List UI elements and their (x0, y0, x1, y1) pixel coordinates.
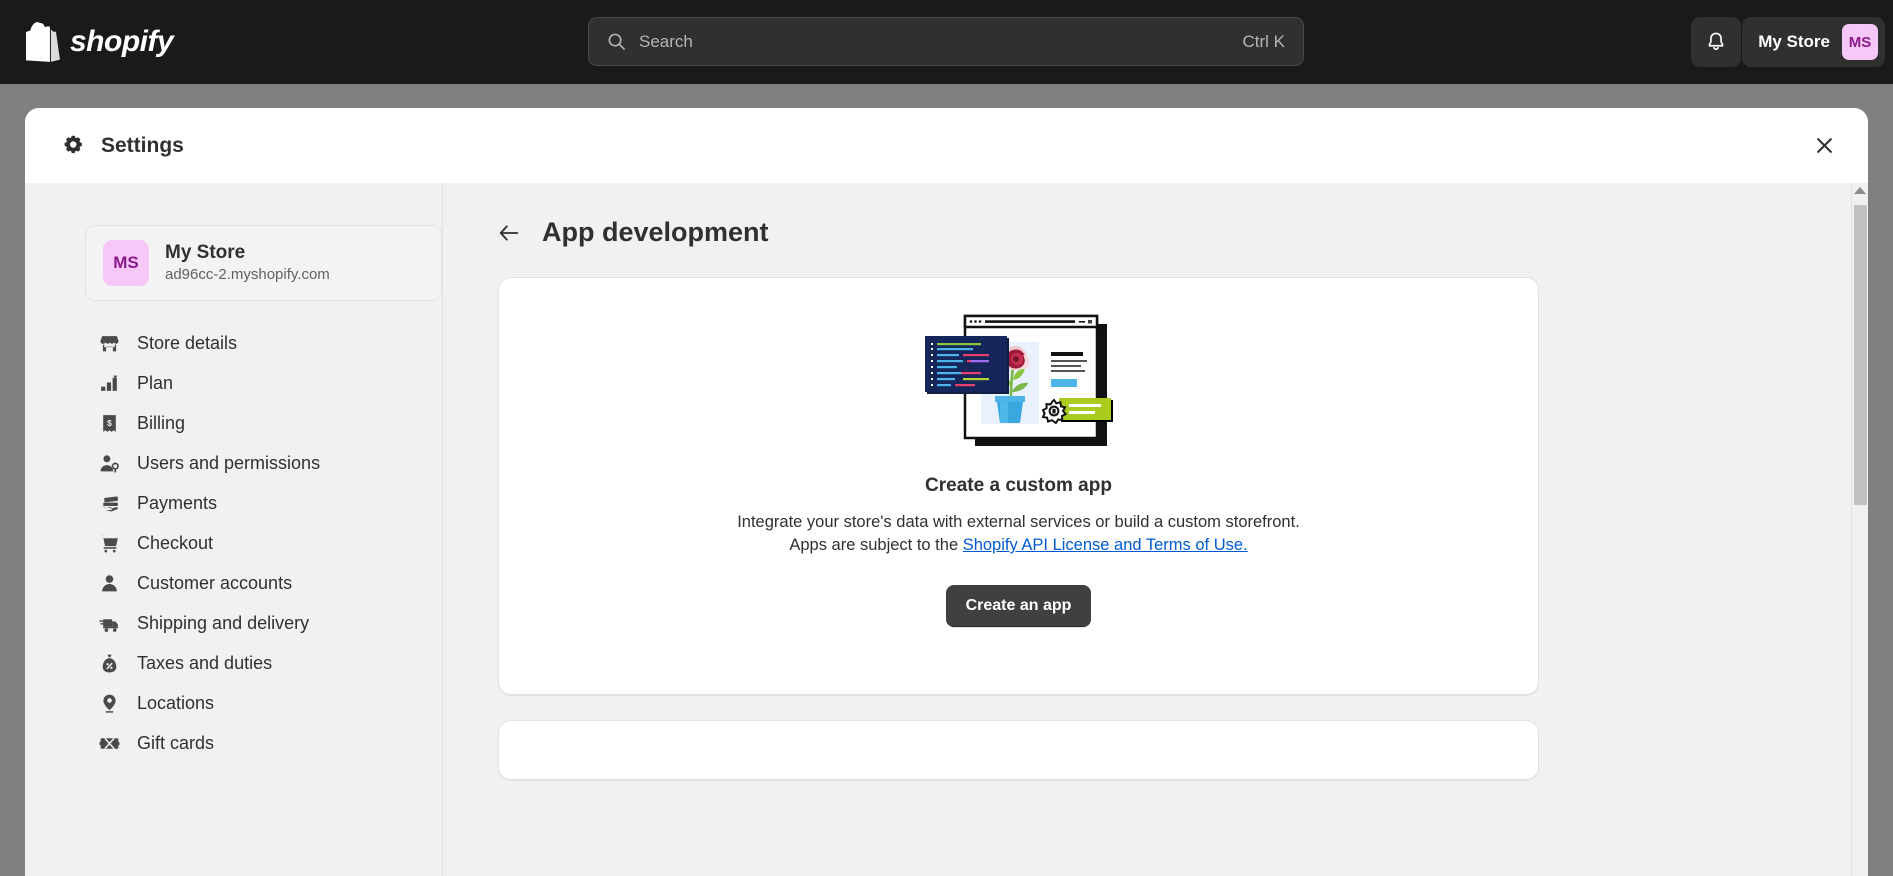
gift-card-icon (99, 733, 120, 754)
sidebar-item-label: Customer accounts (137, 572, 293, 593)
sidebar-item-payments[interactable]: Payments (85, 483, 443, 523)
sidebar-store-card[interactable]: MS My Store ad96cc-2.myshopify.com (85, 225, 442, 301)
gear-icon (63, 134, 86, 157)
shopify-logo[interactable]: shopify (25, 22, 174, 62)
sidebar-item-store-details[interactable]: Store details (85, 323, 443, 363)
store-name-label: My Store (165, 242, 246, 263)
sidebar-item-shipping-and-delivery[interactable]: Shipping and delivery (85, 603, 443, 643)
receipt-dollar-icon: $ (99, 413, 120, 434)
secondary-card (498, 720, 1539, 780)
notifications-button[interactable] (1691, 17, 1741, 67)
sidebar-item-label: Payments (137, 492, 218, 513)
payment-card-hand-icon (99, 493, 120, 514)
sidebar-item-label: Gift cards (137, 732, 215, 753)
page-title: Settings (101, 133, 184, 157)
chart-bar-icon (99, 373, 120, 394)
sidebar-item-billing[interactable]: $ Billing (85, 403, 443, 443)
empty-state-title: Create a custom app (925, 475, 1112, 496)
avatar: MS (1842, 24, 1878, 60)
sidebar-item-plan[interactable]: Plan (85, 363, 443, 403)
sidebar-item-label: Checkout (137, 532, 214, 553)
store-domain-label: ad96cc-2.myshopify.com (165, 265, 330, 283)
empty-state-card: Create a custom app Integrate your store… (498, 277, 1539, 695)
close-button[interactable] (1808, 130, 1840, 162)
money-bag-percent-icon (99, 653, 120, 674)
svg-text:$: $ (107, 418, 112, 428)
search-placeholder: Search (639, 31, 693, 51)
settings-nav-list: Store details Plan $ Billing Users and p… (85, 323, 443, 763)
sidebar-item-gift-cards[interactable]: Gift cards (85, 723, 443, 763)
person-icon (99, 573, 120, 594)
shopping-cart-icon (99, 533, 120, 554)
sidebar-item-users-and-permissions[interactable]: Users and permissions (85, 443, 443, 483)
custom-app-development-illustration-icon (919, 314, 1119, 456)
sidebar-item-label: Billing (137, 412, 186, 433)
avatar: MS (103, 240, 149, 286)
global-search-input[interactable]: Search Ctrl K (588, 17, 1304, 66)
modal-body: MS My Store ad96cc-2.myshopify.com Store… (25, 183, 1868, 876)
person-key-icon (99, 453, 120, 474)
modal-scrollbar[interactable] (1851, 183, 1868, 876)
sidebar-item-label: Taxes and duties (137, 652, 273, 673)
shopify-api-terms-link[interactable]: Shopify API License and Terms of Use. (963, 536, 1248, 554)
search-icon (607, 32, 626, 51)
delivery-truck-icon (99, 613, 120, 634)
top-app-bar: shopify Search Ctrl K My Store MS (0, 0, 1893, 84)
settings-sidebar: MS My Store ad96cc-2.myshopify.com Store… (25, 183, 443, 876)
sidebar-item-label: Users and permissions (137, 452, 321, 473)
store-account-button[interactable]: My Store MS (1742, 17, 1885, 67)
sidebar-item-customer-accounts[interactable]: Customer accounts (85, 563, 443, 603)
sidebar-item-label: Shipping and delivery (137, 612, 310, 633)
shopify-wordmark: shopify (70, 25, 174, 58)
bell-icon (1705, 31, 1727, 53)
arrow-left-icon[interactable] (498, 222, 520, 244)
sidebar-item-label: Locations (137, 692, 215, 713)
scroll-up-arrow-icon[interactable] (1854, 187, 1866, 194)
sidebar-item-label: Plan (137, 372, 174, 393)
sidebar-item-checkout[interactable]: Checkout (85, 523, 443, 563)
search-shortcut-hint: Ctrl K (1242, 31, 1286, 51)
empty-state-description: Integrate your store's data with externa… (729, 511, 1309, 557)
close-icon (1816, 137, 1833, 154)
sidebar-item-locations[interactable]: Locations (85, 683, 443, 723)
store-icon (99, 333, 120, 354)
store-name-label: My Store (1758, 32, 1830, 51)
sidebar-item-taxes-and-duties[interactable]: Taxes and duties (85, 643, 443, 683)
shopify-bag-logo-icon (25, 22, 60, 62)
settings-modal: Settings MS My Store ad96cc-2.myshopify.… (25, 108, 1868, 876)
sidebar-item-label: Store details (137, 332, 238, 353)
scrollbar-thumb[interactable] (1854, 205, 1867, 505)
create-an-app-button[interactable]: Create an app (945, 585, 1092, 628)
page-title: App development (542, 217, 769, 247)
location-pin-icon (99, 693, 120, 714)
settings-main-panel: App development Create a custom app Inte… (443, 183, 1868, 876)
modal-header: Settings (25, 108, 1868, 183)
page-header: App development (498, 217, 1814, 248)
